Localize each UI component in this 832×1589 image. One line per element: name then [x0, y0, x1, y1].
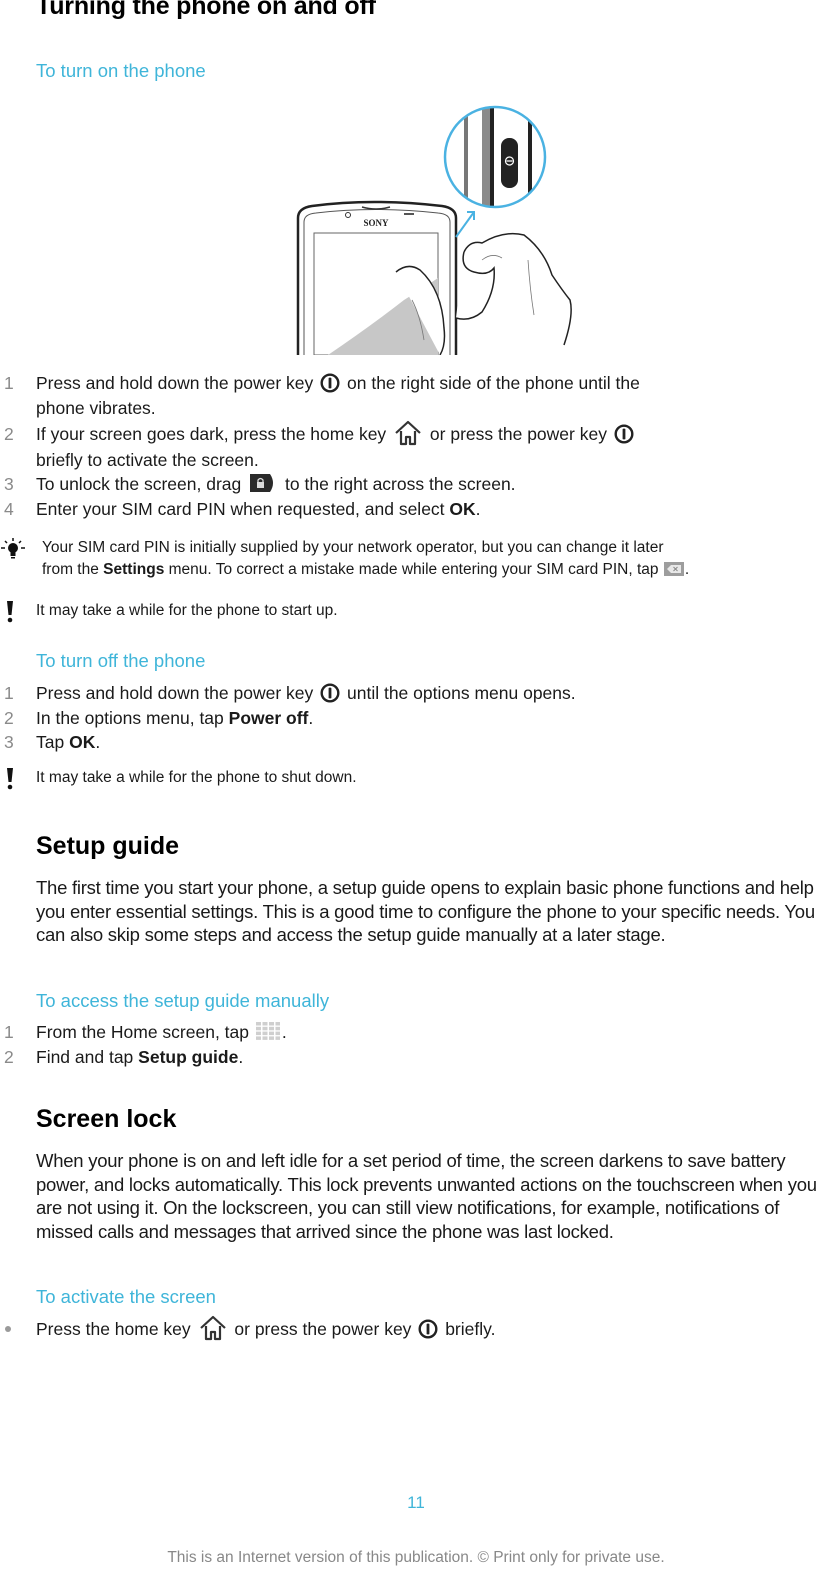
step-text: Find and tap Setup guide. [36, 1045, 796, 1070]
ok-label: OK [69, 732, 96, 752]
power-key-icon [320, 683, 340, 703]
exclamation-icon [7, 601, 13, 623]
bullet-dot [5, 1326, 11, 1332]
step-text: If your screen goes dark, press the home… [36, 422, 796, 473]
step-number: 2 [4, 708, 14, 728]
step-text-part: Press and hold down the power key [36, 683, 314, 703]
step-text: Tap OK. [36, 730, 796, 755]
bullet-text: Press the home key or press the power ke… [36, 1317, 796, 1343]
step-number: 1 [4, 373, 14, 393]
turn-off-heading: To turn off the phone [36, 650, 206, 671]
step-text-part: Press and hold down the power key [36, 373, 314, 393]
step-text-part: From the Home screen, tap [36, 1022, 249, 1042]
warning-text: It may take a while for the phone to shu… [36, 769, 357, 786]
app-grid-icon [255, 1021, 281, 1041]
power-key-icon [320, 373, 340, 393]
step-number: 1 [4, 1022, 14, 1042]
step-text: In the options menu, tap Power off. [36, 706, 796, 731]
step-text: Press and hold down the power key on the… [36, 371, 796, 421]
step-number: 4 [4, 499, 14, 519]
footer-notice: This is an Internet version of this publ… [167, 1549, 665, 1566]
step-number: 2 [4, 424, 14, 444]
step-text-part: phone vibrates. [36, 398, 156, 418]
ok-label: OK [449, 499, 476, 519]
step-text-part: to the right across the screen. [285, 474, 516, 494]
unlock-slider-icon [248, 472, 278, 494]
step-text-part: on the right side of the phone until the [347, 373, 640, 393]
tip-text-part: menu. To correct a mistake made while en… [168, 561, 659, 578]
step-number: 3 [4, 732, 14, 752]
step-text: Press and hold down the power key until … [36, 681, 796, 706]
phone-illustration: SONY [292, 100, 582, 356]
power-key-icon [418, 1319, 438, 1339]
bullet-text-part: Press the home key [36, 1319, 191, 1339]
step-text-part: . [238, 1047, 244, 1067]
step-text-part: Tap [36, 732, 65, 752]
exclamation-icon [7, 768, 13, 790]
turn-on-heading: To turn on the phone [36, 60, 206, 81]
warning-text: It may take a while for the phone to sta… [36, 602, 338, 619]
tip-text: Your SIM card PIN is initially supplied … [42, 537, 832, 581]
step-text-part: briefly to activate the screen. [36, 450, 259, 471]
step-number: 2 [4, 1047, 14, 1067]
lightbulb-icon [1, 538, 25, 559]
step-text-part: . [475, 499, 481, 519]
home-key-icon [393, 420, 423, 446]
step-text: To unlock the screen, drag to the right … [36, 472, 796, 497]
backspace-icon [664, 562, 684, 576]
step-text-part: In the options menu, tap [36, 708, 224, 728]
step-text-part: . [281, 1022, 287, 1042]
tip-text-part: Your SIM card PIN is initially supplied … [42, 539, 664, 556]
step-text-part: To unlock the screen, drag [36, 474, 242, 494]
page-title: Turning the phone on and off [36, 0, 376, 20]
bullet-text-part: or press the power key [234, 1319, 412, 1339]
screen-lock-heading: Screen lock [36, 1105, 177, 1133]
brand-label: SONY [363, 218, 389, 228]
step-number: 1 [4, 683, 14, 703]
step-text-part: If your screen goes dark, press the home… [36, 424, 387, 444]
home-key-icon [198, 1315, 228, 1341]
step-text-part: . [95, 732, 101, 752]
bullet-text-part: briefly. [445, 1319, 496, 1339]
phone-power-key-illustration: SONY [296, 105, 572, 356]
activate-screen-heading: To activate the screen [36, 1286, 216, 1307]
tip-text-part: from the [42, 561, 99, 578]
step-text: From the Home screen, tap . [36, 1020, 796, 1045]
power-off-label: Power off [228, 708, 309, 728]
step-text-part: . [308, 708, 314, 728]
tip-text-part: . [684, 561, 690, 578]
setup-guide-heading: Setup guide [36, 832, 180, 860]
step-text: Enter your SIM card PIN when requested, … [36, 497, 796, 522]
step-text-part: until the options menu opens. [347, 683, 576, 703]
screen-lock-body: When your phone is on and left idle for … [36, 1150, 817, 1242]
setup-guide-body: The first time you start your phone, a s… [36, 877, 815, 945]
step-text-part: or press the power key [429, 424, 607, 444]
setup-guide-subheading: To access the setup guide manually [36, 990, 330, 1011]
power-key-icon [614, 424, 634, 444]
step-text-part: Enter your SIM card PIN when requested, … [36, 499, 445, 519]
step-number: 3 [4, 474, 14, 494]
settings-label: Settings [103, 561, 165, 578]
step-text-part: Find and tap [36, 1047, 134, 1067]
setup-guide-label: Setup guide [138, 1047, 239, 1067]
page-number: 11 [407, 1493, 425, 1512]
